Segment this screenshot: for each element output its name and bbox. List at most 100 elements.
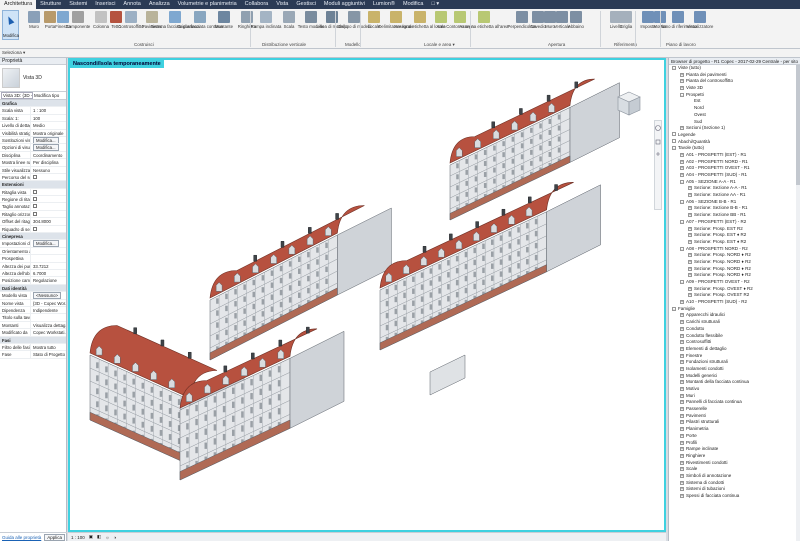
collapse-toggle-icon[interactable]: -	[672, 146, 676, 151]
property-value[interactable]: Indipendente	[30, 306, 66, 314]
type-selector[interactable]: Vista 3D	[0, 65, 66, 92]
expand-toggle-icon[interactable]: +	[680, 453, 684, 458]
ribbon-button-10[interactable]: Montante	[215, 11, 233, 29]
tab-3[interactable]: Inserisci	[91, 0, 119, 9]
expand-toggle-icon[interactable]: +	[688, 233, 692, 238]
property-value[interactable]	[30, 203, 66, 210]
ribbon-button-22[interactable]: Assegna etichetta all'area	[459, 11, 509, 29]
browser-tree-item[interactable]: + A04 - PROSPETTI (SUD) - R1	[669, 172, 800, 179]
tab-13[interactable]: □ ▾	[427, 0, 443, 9]
property-value[interactable]: Medio	[30, 122, 66, 129]
expand-toggle-icon[interactable]: +	[680, 366, 684, 371]
collapse-toggle-icon[interactable]: -	[680, 92, 684, 97]
ribbon-button-13[interactable]: Scala	[281, 11, 297, 29]
browser-tree-item[interactable]: + Pannelli di facciata continua	[669, 399, 800, 406]
property-value[interactable]: Stato di Progetto	[30, 351, 66, 358]
property-value[interactable]: Modifica...	[30, 240, 66, 247]
expand-toggle-icon[interactable]: +	[680, 173, 684, 177]
browser-tree-item[interactable]: + Viste 3D	[669, 85, 800, 92]
edit-type-button[interactable]: Modifica tipo	[34, 93, 59, 98]
browser-tree-item[interactable]: Sud	[669, 119, 800, 126]
browser-tree-item[interactable]: + Sistemi di tubazioni	[669, 486, 800, 493]
browser-tree-item[interactable]: + Muri	[669, 393, 800, 400]
property-value[interactable]	[30, 210, 66, 218]
property-value[interactable]: Modifica...	[30, 136, 66, 144]
browser-tree-item[interactable]: + Motivo	[669, 386, 800, 393]
browser-tree-item[interactable]: + Condotto flessibile	[669, 333, 800, 340]
modify-button[interactable]: Modifica	[2, 10, 19, 40]
expand-toggle-icon[interactable]: +	[688, 266, 692, 271]
expand-toggle-icon[interactable]: +	[680, 333, 684, 338]
expand-toggle-icon[interactable]: +	[680, 487, 684, 492]
tab-0[interactable]: Architettura	[0, 0, 37, 9]
folder-icon[interactable]	[672, 131, 676, 136]
property-value[interactable]: 1 : 100	[30, 107, 66, 114]
browser-tree-item[interactable]: + Pavimenti	[669, 413, 800, 420]
expand-toggle-icon[interactable]: +	[680, 326, 684, 331]
property-checkbox[interactable]	[33, 189, 37, 194]
scrollbar-thumb[interactable]	[796, 65, 800, 185]
browser-tree-item[interactable]: + A03 - PROSPETTI OVEST - R1	[669, 165, 800, 172]
browser-tree-item[interactable]: + Modelli generici	[669, 373, 800, 380]
collapse-toggle-icon[interactable]: -	[672, 66, 676, 70]
expand-toggle-icon[interactable]: +	[680, 413, 684, 418]
collapse-toggle-icon[interactable]: -	[672, 306, 676, 311]
property-value[interactable]: Mostra originale	[30, 129, 66, 136]
ribbon-button-3[interactable]: Componente	[66, 11, 90, 29]
property-edit-button[interactable]: Modifica...	[33, 240, 59, 247]
property-value[interactable]: Copec Workstati...	[30, 329, 66, 336]
property-section[interactable]: Grafica	[0, 100, 66, 108]
expand-toggle-icon[interactable]: +	[680, 152, 684, 157]
property-checkbox[interactable]	[33, 174, 37, 179]
property-value[interactable]	[30, 196, 66, 203]
shadows-icon[interactable]: ◑	[113, 535, 116, 540]
property-section[interactable]: Dati identità	[0, 284, 66, 293]
browser-tree-item[interactable]: + Pianta dei pavimenti	[669, 72, 800, 79]
expand-toggle-icon[interactable]: +	[680, 433, 684, 438]
browser-tree-item[interactable]: + Sezione: Prosp. NORD ♦ R2	[669, 252, 800, 259]
browser-tree-item[interactable]: + Isolamenti condotti	[669, 366, 800, 373]
property-value[interactable]: Modifica...	[30, 144, 66, 151]
expand-toggle-icon[interactable]: +	[680, 440, 684, 445]
expand-toggle-icon[interactable]: +	[680, 159, 684, 164]
viewcube-icon[interactable]	[616, 90, 642, 120]
expand-toggle-icon[interactable]: +	[680, 460, 684, 465]
ribbon-button-33[interactable]: Visualizzatore	[687, 11, 713, 29]
expand-toggle-icon[interactable]: +	[680, 346, 684, 351]
expand-toggle-icon[interactable]: +	[680, 353, 684, 358]
expand-toggle-icon[interactable]: +	[680, 340, 684, 345]
browser-tree-item[interactable]: + Sezione: Prosp. EST R2	[669, 226, 800, 233]
expand-toggle-icon[interactable]: +	[680, 79, 684, 84]
browser-tree-item[interactable]: - A08 - PROSPETTI NORD - R2	[669, 246, 800, 253]
expand-toggle-icon[interactable]: +	[688, 206, 692, 211]
property-section[interactable]: Fasi	[0, 336, 66, 344]
property-value[interactable]: Coordinamento	[30, 151, 66, 159]
tab-11[interactable]: Lumion®	[369, 0, 399, 9]
property-value[interactable]: {3D - Copec Wor...	[30, 299, 66, 306]
browser-tree-item[interactable]: + Pianta del controsoffitto	[669, 78, 800, 85]
property-value[interactable]	[30, 188, 66, 196]
expand-toggle-icon[interactable]: +	[680, 407, 684, 412]
browser-tree-item[interactable]: - Viste (tutto)	[669, 65, 800, 72]
browser-tree-item[interactable]: + Elementi di dettaglio	[669, 346, 800, 353]
expand-toggle-icon[interactable]: +	[688, 259, 692, 264]
property-value[interactable]	[30, 255, 66, 262]
expand-toggle-icon[interactable]: +	[688, 273, 692, 278]
browser-tree-item[interactable]: + Montanti della facciata continua	[669, 379, 800, 386]
browser-tree-item[interactable]: - A09 - PROSPETTI OVEST - R2	[669, 279, 800, 286]
browser-tree-item[interactable]: + Sezione: Sezione B-B - R1	[669, 205, 800, 212]
browser-tree-item[interactable]: + Rivestimenti condotti	[669, 460, 800, 467]
expand-toggle-icon[interactable]: +	[680, 427, 684, 432]
navigation-bar[interactable]	[654, 120, 662, 210]
browser-tree-item[interactable]: + Porte	[669, 433, 800, 440]
property-checkbox[interactable]	[33, 211, 37, 216]
tab-5[interactable]: Analizza	[145, 0, 174, 9]
ribbon-button-27[interactable]: Abbaino	[568, 11, 584, 29]
browser-tree-item[interactable]: - A07 - PROSPETTI (EST) - R2	[669, 219, 800, 226]
browser-tree-item[interactable]: + A10 - PROSPETTI (SUD) - R2	[669, 299, 800, 306]
browser-tree-item[interactable]: + Spessi di facciata continua	[669, 493, 800, 500]
expand-toggle-icon[interactable]: +	[688, 193, 692, 198]
property-edit-button[interactable]: Modifica...	[33, 136, 59, 144]
expand-toggle-icon[interactable]: +	[688, 213, 692, 218]
property-checkbox[interactable]	[33, 226, 37, 231]
